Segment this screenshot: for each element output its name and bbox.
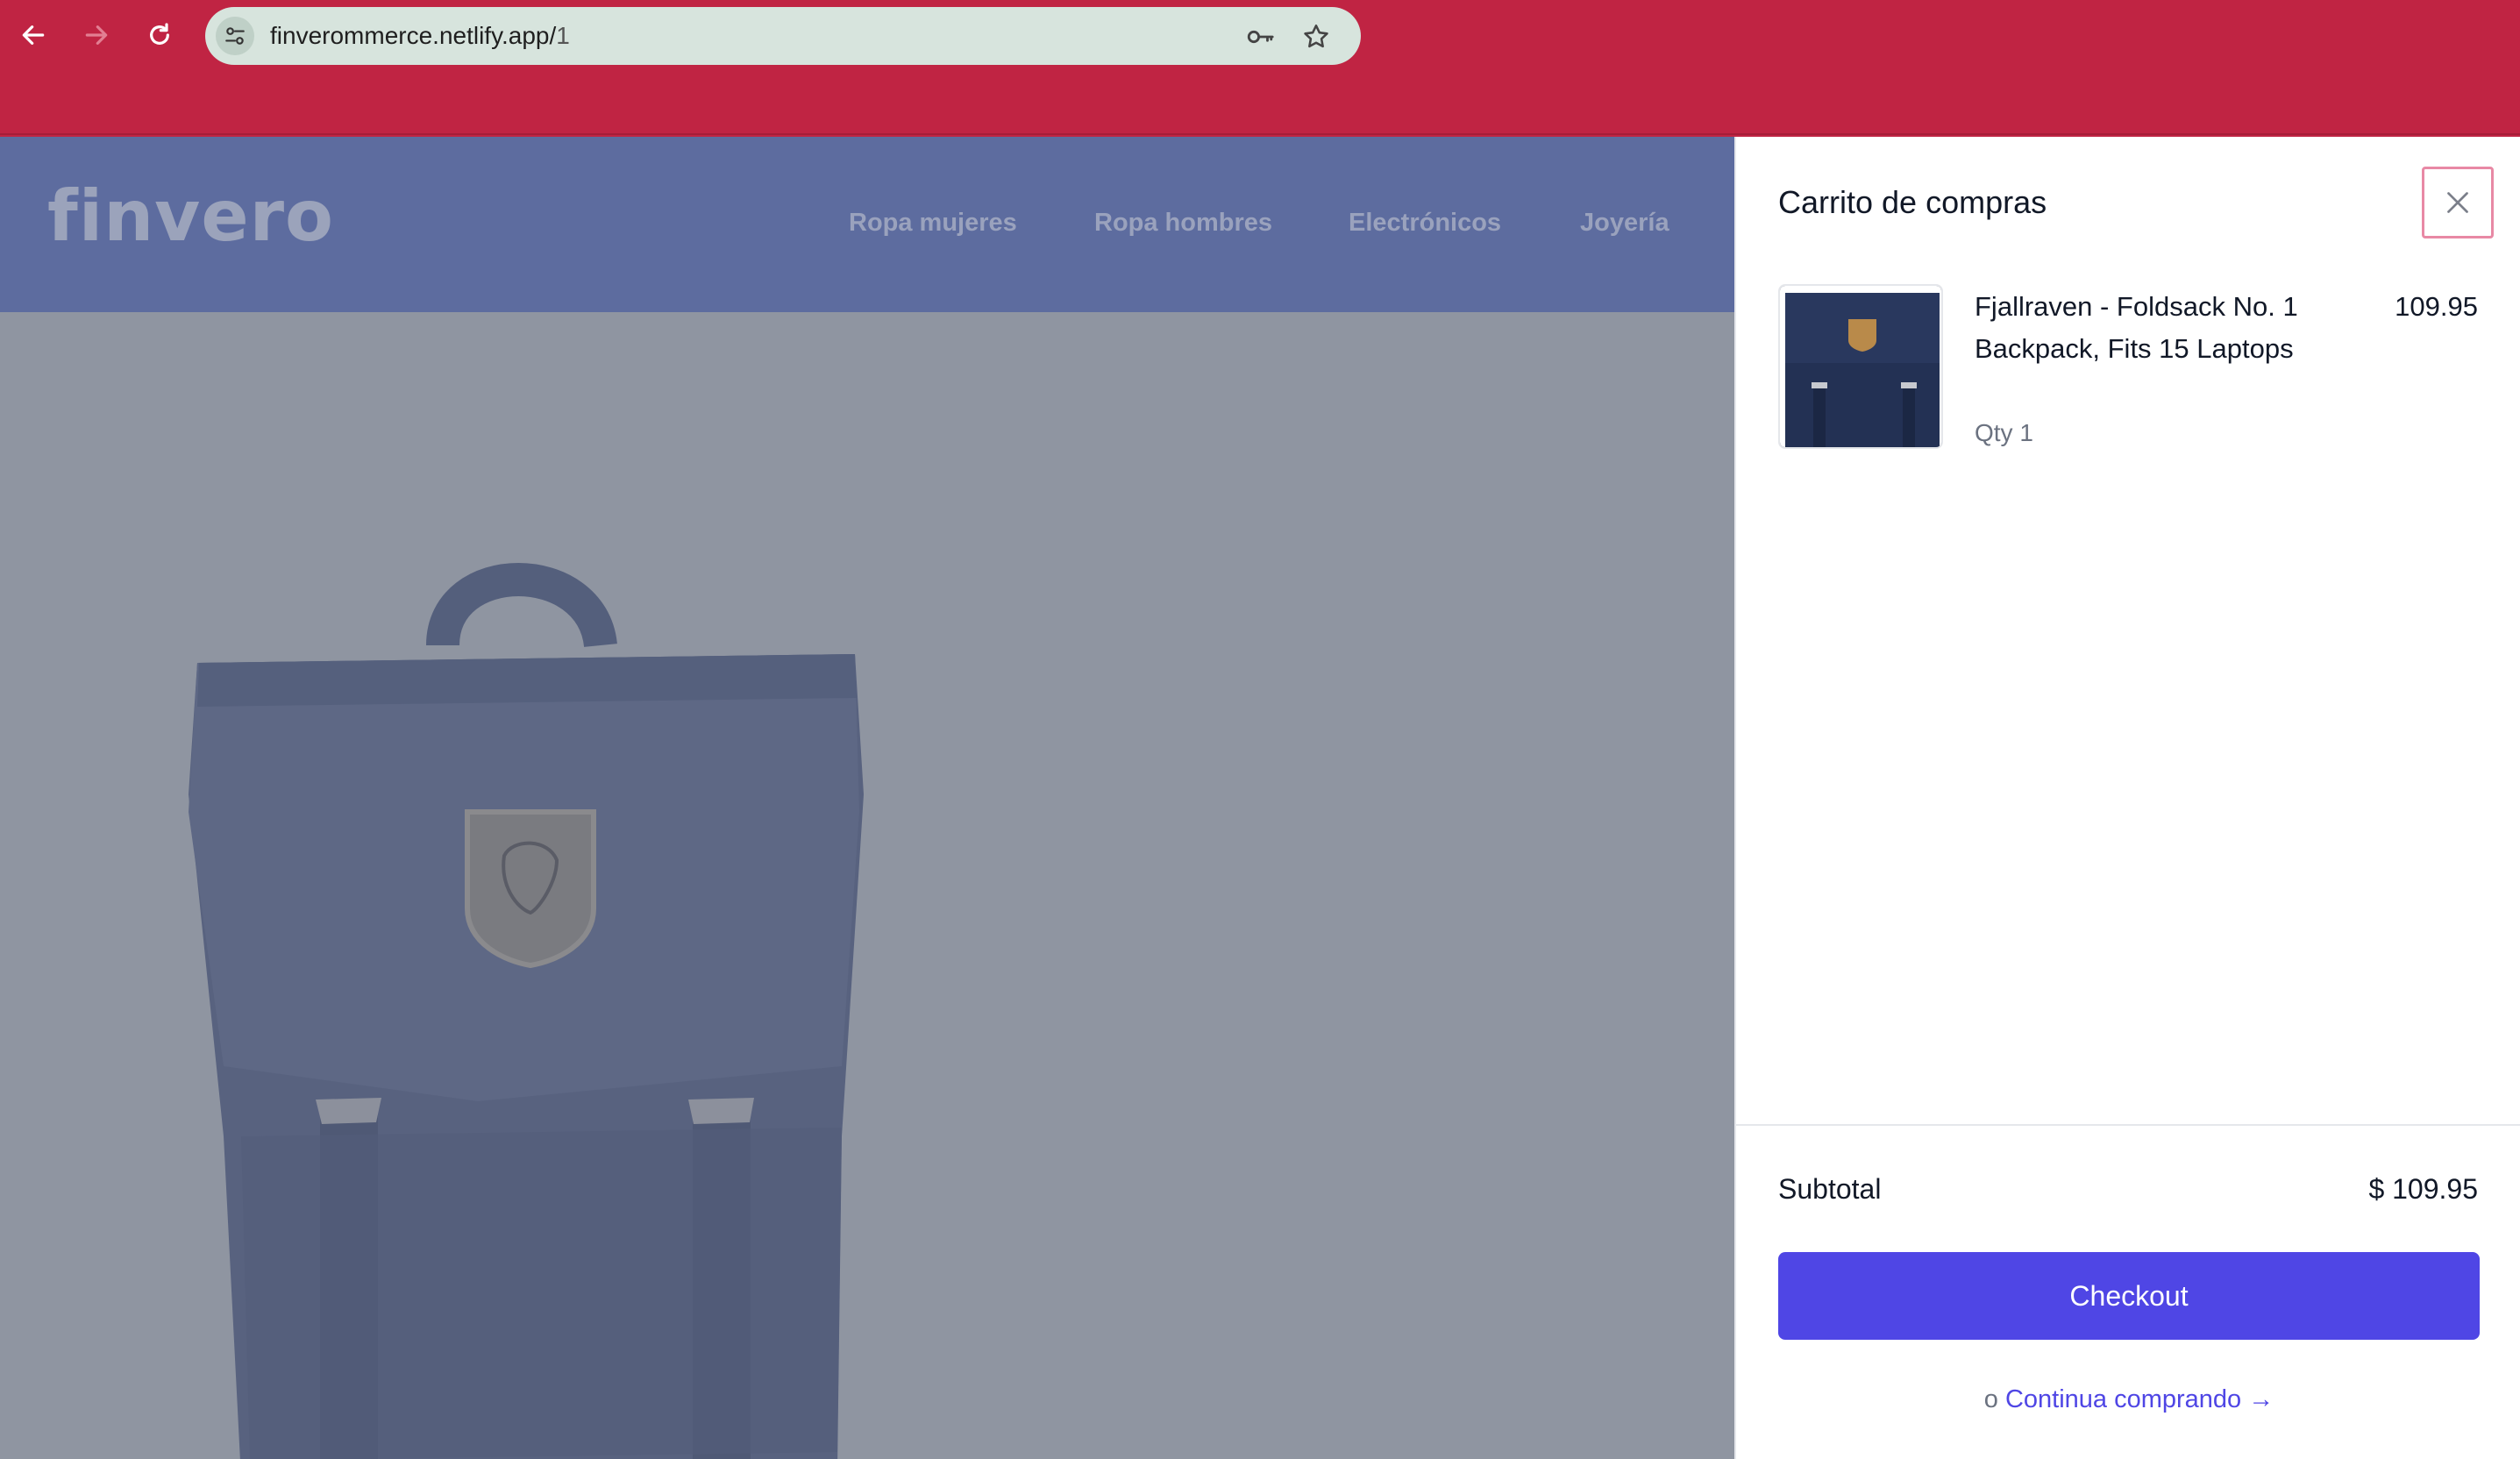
browser-toolbar: finverommerce.netlify.app/1 xyxy=(0,0,2520,135)
arrow-right-icon xyxy=(85,25,108,45)
cart-item-image[interactable] xyxy=(1778,284,1943,449)
backpack-thumbnail xyxy=(1780,286,1941,447)
cart-item-name[interactable]: Fjallraven - Foldsack No. 1 Backpack, Fi… xyxy=(1975,286,2360,370)
product-detail-area xyxy=(0,312,1734,1459)
continue-prefix: o xyxy=(1983,1385,1998,1413)
checkout-button[interactable]: Checkout xyxy=(1778,1252,2480,1340)
store-page: finvero Ropa mujeres Ropa hombres Electr… xyxy=(0,137,1734,1459)
cart-item-qty: Qty 1 xyxy=(1975,419,2033,446)
continue-shopping-line: o Continua comprando → xyxy=(1736,1385,2520,1414)
url-text[interactable]: finverommerce.netlify.app/1 xyxy=(270,7,570,65)
url-path: 1 xyxy=(556,22,570,49)
continue-shopping-link[interactable]: Continua comprando → xyxy=(2005,1385,2274,1413)
close-icon xyxy=(2447,192,2468,213)
site-header: finvero Ropa mujeres Ropa hombres Electr… xyxy=(0,137,1734,312)
reload-icon xyxy=(150,23,169,45)
nav-electronicos[interactable]: Electrónicos xyxy=(1349,209,1501,238)
password-button[interactable] xyxy=(1245,22,1275,52)
finvero-logo[interactable]: finvero xyxy=(47,175,334,257)
arrow-left-icon xyxy=(22,25,45,45)
nav-joyeria[interactable]: Joyería xyxy=(1580,209,1669,238)
back-button[interactable] xyxy=(14,16,53,54)
reload-button[interactable] xyxy=(140,16,179,54)
site-info-button[interactable] xyxy=(216,17,254,55)
cart-drawer: Carrito de compras Fjallraven - Foldsack… xyxy=(1734,137,2520,1459)
product-image xyxy=(189,563,864,1459)
bookmark-button[interactable] xyxy=(1301,22,1331,52)
star-icon xyxy=(1304,24,1328,48)
nav-ropa-hombres[interactable]: Ropa hombres xyxy=(1094,209,1272,238)
cart-title: Carrito de compras xyxy=(1778,184,2047,220)
forward-button[interactable] xyxy=(77,16,116,54)
subtotal-label: Subtotal xyxy=(1778,1173,1882,1205)
close-cart-button[interactable] xyxy=(2422,167,2494,238)
subtotal-value: $ 109.95 xyxy=(2368,1173,2478,1205)
tune-icon xyxy=(225,27,245,45)
key-icon xyxy=(1247,30,1274,44)
cart-footer-divider xyxy=(1736,1124,2520,1126)
address-bar[interactable]: finverommerce.netlify.app/1 xyxy=(205,7,1361,65)
url-host: finverommerce.netlify.app/ xyxy=(270,22,557,49)
nav-ropa-mujeres[interactable]: Ropa mujeres xyxy=(849,209,1017,238)
cart-item-price: 109.95 xyxy=(2395,291,2478,322)
